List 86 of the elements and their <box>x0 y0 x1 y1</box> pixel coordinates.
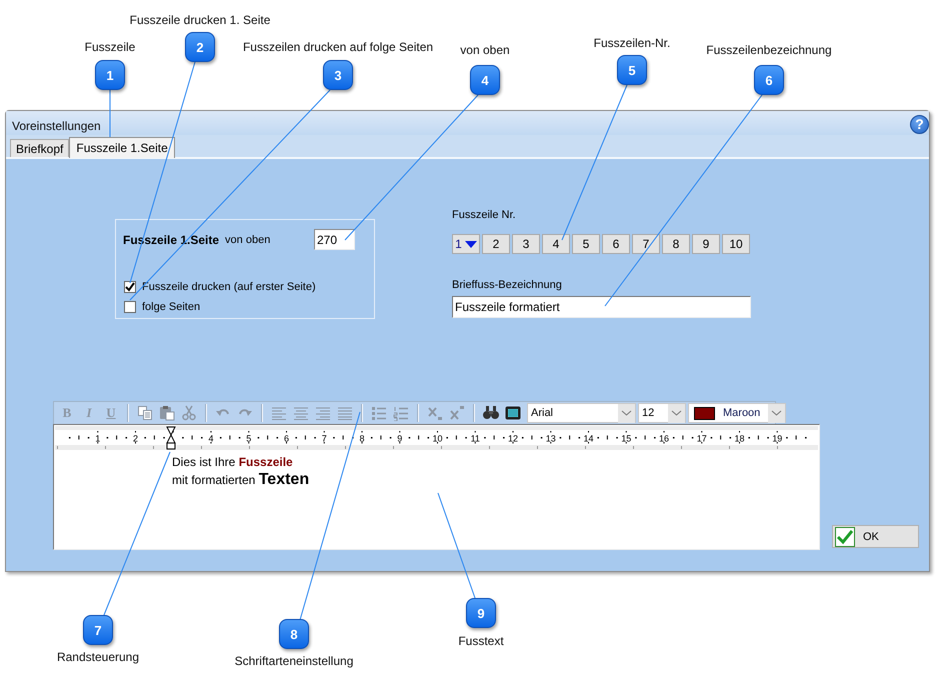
ruler[interactable]: 1 2 4 5 6 7 8 9 10 11 12 13 14 15 16 17 18 19 <box>55 426 818 451</box>
callout-badge: 6 <box>754 65 784 95</box>
superscript-icon <box>449 405 465 421</box>
tab[interactable]: Briefkopf <box>10 139 70 157</box>
callout-badge: 7 <box>83 615 113 645</box>
number-button[interactable]: 6 <box>602 234 630 254</box>
align-left-icon <box>271 405 287 421</box>
ruler-number: 16 <box>659 434 669 444</box>
caret-icon <box>464 240 477 248</box>
chevron-down-icon <box>768 404 785 422</box>
numbered-list-icon <box>393 405 409 421</box>
number-button[interactable]: 7 <box>632 234 660 254</box>
callout-badge: 3 <box>323 60 353 90</box>
ruler-number: 4 <box>208 434 214 444</box>
ruler-number: 2 <box>133 434 138 444</box>
ruler-number: 19 <box>772 434 782 444</box>
text-line: mit formatierten Texten <box>172 471 310 489</box>
tab[interactable]: Fusszeile 1.Seite <box>69 137 175 158</box>
ruler-number: 6 <box>284 434 289 444</box>
number-button[interactable]: 4 <box>542 234 570 254</box>
number-button[interactable]: 1 <box>452 234 480 254</box>
callout-badge: 2 <box>185 32 215 62</box>
checkbox[interactable] <box>124 281 136 293</box>
ruler-number: 5 <box>246 434 252 444</box>
number-button[interactable]: 9 <box>692 234 720 254</box>
bullet-list-icon <box>371 405 387 421</box>
binoculars-icon <box>483 405 499 421</box>
callout-badge: 8 <box>279 619 309 649</box>
indent-marker[interactable] <box>166 426 176 450</box>
ruler-number: 15 <box>621 434 632 444</box>
text-line: Dies ist Ihre Fusszeile <box>172 454 293 471</box>
field-label: Fusszeile Nr. <box>452 209 516 222</box>
number-button[interactable]: 10 <box>722 234 750 254</box>
text-editor[interactable]: 1 2 4 5 6 7 8 9 10 11 12 13 14 15 16 17 18 19 Dies ist Ihre Fusszeile mit formatierten Texten <box>53 424 820 550</box>
ruler-number: 7 <box>322 434 327 444</box>
ruler-number: 18 <box>734 434 744 444</box>
number-button[interactable]: 2 <box>482 234 510 254</box>
callout-label: Fusszeilen-Nr. <box>594 35 670 51</box>
ok-button[interactable]: OK <box>832 525 919 548</box>
copy-icon <box>137 405 153 421</box>
checkmark-icon <box>835 526 855 546</box>
callout-badge: 1 <box>95 60 125 90</box>
field-label: von oben <box>225 234 270 246</box>
number-button[interactable]: 8 <box>662 234 690 254</box>
color-dropdown[interactable]: Maroon <box>688 403 786 423</box>
callout-label: Fusszeilenbezeichnung <box>706 42 832 58</box>
callout-badge: 4 <box>470 65 500 95</box>
number-button[interactable]: 5 <box>572 234 600 254</box>
callout-label: Fusszeile <box>84 39 136 55</box>
ruler-number: 8 <box>360 434 364 444</box>
callout-label: von oben <box>460 42 510 58</box>
scissors-icon <box>181 405 197 421</box>
input-field[interactable]: 270 <box>314 229 355 250</box>
chevron-down-icon <box>618 404 635 422</box>
justify-icon <box>337 405 353 421</box>
window-title: Voreinstellungen <box>12 119 101 133</box>
callout-label: Schriftarteneinstellung <box>234 653 354 669</box>
align-right-icon <box>315 405 331 421</box>
ruler-number: 17 <box>696 434 707 444</box>
size-dropdown[interactable]: 12 <box>638 403 686 423</box>
callout-label: Randsteuerung <box>56 649 140 665</box>
ruler-number: 1 <box>95 434 100 444</box>
frame-icon <box>505 405 521 421</box>
clipboard-icon <box>159 405 175 421</box>
ruler-number: 9 <box>397 434 402 444</box>
align-center-icon <box>293 405 309 421</box>
ruler-number: 11 <box>470 434 480 444</box>
input-field[interactable]: Fusszeile formatiert <box>452 296 751 318</box>
callout-badge: 9 <box>466 598 496 628</box>
subscript-icon <box>427 405 443 421</box>
number-button[interactable]: 3 <box>512 234 540 254</box>
font-dropdown[interactable]: Arial <box>527 403 636 423</box>
field-label: Brieffuss-Bezeichnung <box>452 279 562 292</box>
callout-badge: 5 <box>617 55 647 85</box>
callout-label: Fusszeilen drucken auf folge Seiten <box>242 39 434 55</box>
group-title: Fusszeile 1.Seite <box>123 232 220 246</box>
checkbox-label: folge Seiten <box>142 301 200 313</box>
ruler-number: 10 <box>432 434 442 444</box>
checkbox[interactable] <box>124 301 136 313</box>
chevron-down-icon <box>668 404 685 422</box>
callout-label: Fusszeile drucken 1. Seite <box>130 12 270 28</box>
ruler-number: 14 <box>584 434 594 444</box>
checkbox-label: Fusszeile drucken (auf erster Seite) <box>142 281 316 293</box>
ruler-number: 13 <box>546 434 556 444</box>
callout-label: Fusstext <box>458 633 504 649</box>
ruler-number: 12 <box>508 434 518 444</box>
